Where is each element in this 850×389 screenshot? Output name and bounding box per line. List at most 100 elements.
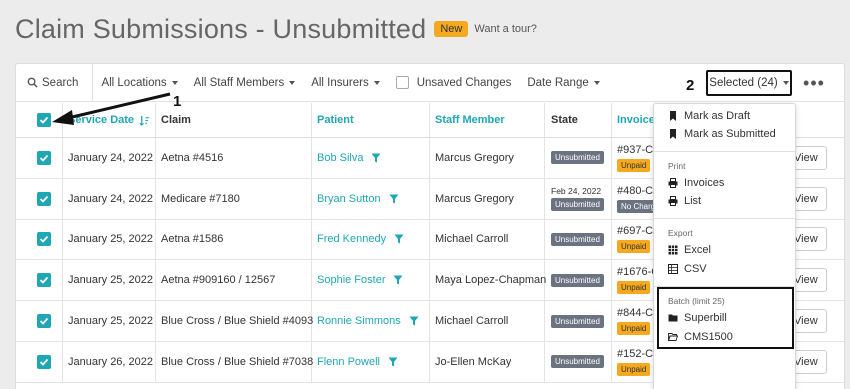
state-cell: Unsubmitted	[551, 301, 604, 341]
mark-submitted-item[interactable]: Mark as Submitted	[668, 128, 776, 140]
claim-name: Aetna #4516	[161, 151, 224, 164]
col-patient[interactable]: Patient	[317, 103, 354, 137]
caret-down-icon	[289, 80, 296, 85]
row-checkbox[interactable]	[37, 342, 51, 382]
invoice-status-badge: Unpaid	[617, 281, 651, 295]
locations-dropdown[interactable]: All Locations	[93, 64, 185, 101]
unsaved-checkbox[interactable]	[395, 76, 409, 89]
row-checkbox[interactable]	[37, 260, 51, 300]
patient-link[interactable]: Bob Silva	[317, 152, 363, 164]
state-badge: Unsubmitted	[551, 151, 604, 165]
claim-name: Blue Cross / Blue Shield #4093	[161, 315, 314, 328]
service-date: January 25, 2022	[68, 274, 154, 287]
staff-member: Michael Carroll	[435, 315, 509, 328]
claim-name: Blue Cross / Blue Shield #7038	[161, 355, 314, 368]
check-icon	[37, 150, 51, 165]
print-invoices-item[interactable]: Invoices	[668, 177, 724, 189]
filter-icon[interactable]	[394, 234, 404, 244]
state-badge: Unsubmitted	[551, 314, 604, 328]
print-list-item[interactable]: List	[668, 195, 701, 207]
check-icon	[37, 191, 51, 206]
staff-member: Maya Lopez-Chapman	[435, 274, 547, 287]
printer-icon	[668, 196, 678, 206]
caret-down-icon	[373, 80, 380, 85]
print-list-label: List	[684, 195, 702, 207]
patient-link[interactable]: Flenn Powell	[317, 356, 380, 368]
row-checkbox[interactable]	[37, 179, 51, 219]
check-icon	[37, 273, 51, 288]
filter-icon[interactable]	[389, 194, 399, 204]
search-icon	[27, 77, 38, 88]
service-date: January 25, 2022	[68, 233, 154, 246]
patient-link[interactable]: Fred Kennedy	[317, 233, 386, 245]
patient-cell: Sophie Foster	[317, 260, 403, 300]
col-staff-member[interactable]: Staff Member	[435, 103, 505, 137]
bookmark-icon	[670, 129, 676, 139]
patient-link[interactable]: Ronnie Simmons	[317, 315, 401, 327]
check-icon	[37, 232, 51, 247]
row-checkbox[interactable]	[37, 301, 51, 341]
col-service-date[interactable]: Service Date	[68, 103, 150, 137]
caret-down-icon	[593, 80, 600, 85]
selected-label: Selected (24)	[709, 77, 778, 89]
export-csv-label: CSV	[684, 263, 707, 275]
filter-icon[interactable]	[393, 275, 403, 285]
row-checkbox[interactable]	[37, 220, 51, 260]
service-date: January 24, 2022	[68, 192, 154, 205]
annotation-number-2: 2	[686, 77, 695, 94]
more-options-button[interactable]: •••	[799, 70, 829, 96]
export-csv-item[interactable]: CSV	[668, 263, 707, 275]
mark-submitted-label: Mark as Submitted	[684, 128, 776, 140]
filter-icon[interactable]	[409, 316, 419, 326]
filter-icon[interactable]	[388, 357, 398, 367]
selected-dropdown-button[interactable]: Selected (24)	[706, 70, 792, 96]
patient-cell: Flenn Powell	[317, 342, 398, 382]
insurers-dropdown[interactable]: All Insurers	[303, 64, 388, 101]
patient-link[interactable]: Sophie Foster	[317, 274, 385, 286]
filter-icon[interactable]	[371, 153, 381, 163]
state-date: Feb 24, 2022	[551, 186, 602, 197]
new-badge: New	[434, 21, 469, 37]
col-invoice[interactable]: Invoice	[617, 103, 655, 137]
col-state: State	[551, 114, 578, 126]
patient-cell: Fred Kennedy	[317, 220, 404, 260]
staff-member: Marcus Gregory	[435, 151, 514, 164]
service-date: January 24, 2022	[68, 151, 154, 164]
claim-name: Aetna #909160 / 12567	[161, 274, 276, 287]
staff-dropdown[interactable]: All Staff Members	[186, 64, 304, 101]
search-button[interactable]: Search	[16, 64, 94, 101]
bookmark-icon	[670, 111, 676, 121]
state-cell: Unsubmitted	[551, 220, 604, 260]
mark-draft-label: Mark as Draft	[684, 110, 751, 122]
state-badge: Unsubmitted	[551, 198, 604, 212]
claim-name: Aetna #1586	[161, 233, 224, 246]
caret-down-icon	[171, 80, 178, 85]
select-all-checkbox[interactable]	[37, 103, 51, 137]
unsaved-changes-toggle[interactable]: Unsaved Changes	[388, 64, 520, 101]
mark-draft-item[interactable]: Mark as Draft	[668, 110, 750, 122]
date-range-dropdown[interactable]: Date Range	[519, 64, 607, 101]
date-range-label: Date Range	[527, 76, 589, 89]
row-checkbox[interactable]	[37, 138, 51, 178]
patient-cell: Bob Silva	[317, 138, 381, 178]
print-section-header: Print	[668, 161, 686, 171]
service-date: January 25, 2022	[68, 315, 154, 328]
export-excel-item[interactable]: Excel	[668, 244, 711, 256]
service-date-header-label: Service Date	[68, 114, 135, 126]
state-badge: Unsubmitted	[551, 273, 604, 287]
annotation-number-1: 1	[173, 93, 182, 110]
state-cell: Feb 24, 2022 Unsubmitted	[551, 179, 604, 219]
page-title: Claim Submissions - Unsubmitted	[15, 13, 427, 44]
export-section-header: Export	[668, 228, 693, 238]
patient-link[interactable]: Bryan Sutton	[317, 193, 381, 205]
check-icon	[37, 354, 51, 369]
locations-label: All Locations	[101, 76, 167, 89]
state-badge: Unsubmitted	[551, 232, 604, 246]
batch-highlight-box	[657, 287, 794, 349]
tour-link[interactable]: Want a tour?	[474, 23, 537, 35]
unsaved-label: Unsaved Changes	[416, 76, 512, 89]
search-label: Search	[42, 76, 79, 89]
state-cell: Unsubmitted	[551, 260, 604, 300]
insurers-label: All Insurers	[311, 76, 369, 89]
staff-member: Michael Carroll	[435, 233, 509, 246]
